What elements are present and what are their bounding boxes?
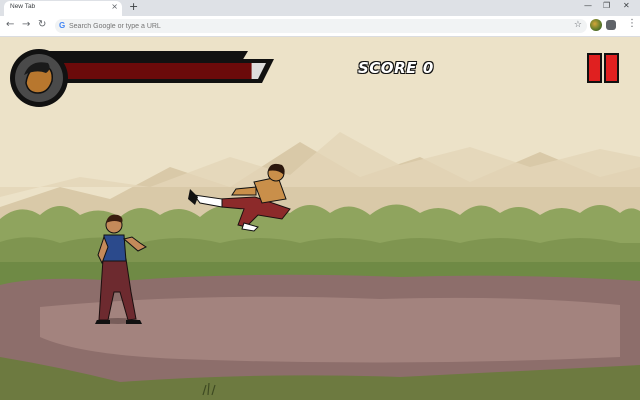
score-display: SCORE 0 bbox=[358, 59, 434, 77]
omnibox-input[interactable] bbox=[69, 19, 549, 33]
new-tab-button[interactable]: + bbox=[129, 0, 138, 13]
google-icon: G bbox=[59, 21, 66, 30]
tab-strip: New Tab × + — ❐ ✕ bbox=[0, 0, 640, 16]
game-canvas[interactable]: SCORE 0 bbox=[0, 37, 640, 400]
tab-title: New Tab bbox=[10, 3, 36, 10]
reload-icon[interactable]: ↻ bbox=[38, 19, 46, 30]
tab-new-tab[interactable]: New Tab × bbox=[4, 1, 122, 16]
score-value: 0 bbox=[422, 59, 434, 77]
back-icon[interactable]: ← bbox=[6, 19, 14, 30]
close-window-icon[interactable]: ✕ bbox=[623, 1, 630, 10]
omnibox[interactable]: G ☆ bbox=[55, 19, 587, 33]
extension-icon[interactable] bbox=[590, 19, 602, 31]
browser-toolbar: ← → ↻ G ☆ ⋮ bbox=[0, 16, 640, 37]
restore-icon[interactable]: ❐ bbox=[603, 1, 610, 10]
score-label: SCORE bbox=[358, 59, 417, 77]
health-bar-fill bbox=[60, 63, 252, 79]
tab-close-icon[interactable]: × bbox=[111, 2, 118, 11]
pause-button[interactable] bbox=[587, 53, 621, 83]
player-hud bbox=[10, 49, 274, 107]
bookmark-star-icon[interactable]: ☆ bbox=[574, 20, 582, 30]
menu-icon[interactable]: ⋮ bbox=[627, 18, 637, 29]
extensions-puzzle-icon[interactable] bbox=[606, 20, 616, 30]
forward-icon[interactable]: → bbox=[22, 19, 30, 30]
minimize-icon[interactable]: — bbox=[584, 1, 592, 10]
